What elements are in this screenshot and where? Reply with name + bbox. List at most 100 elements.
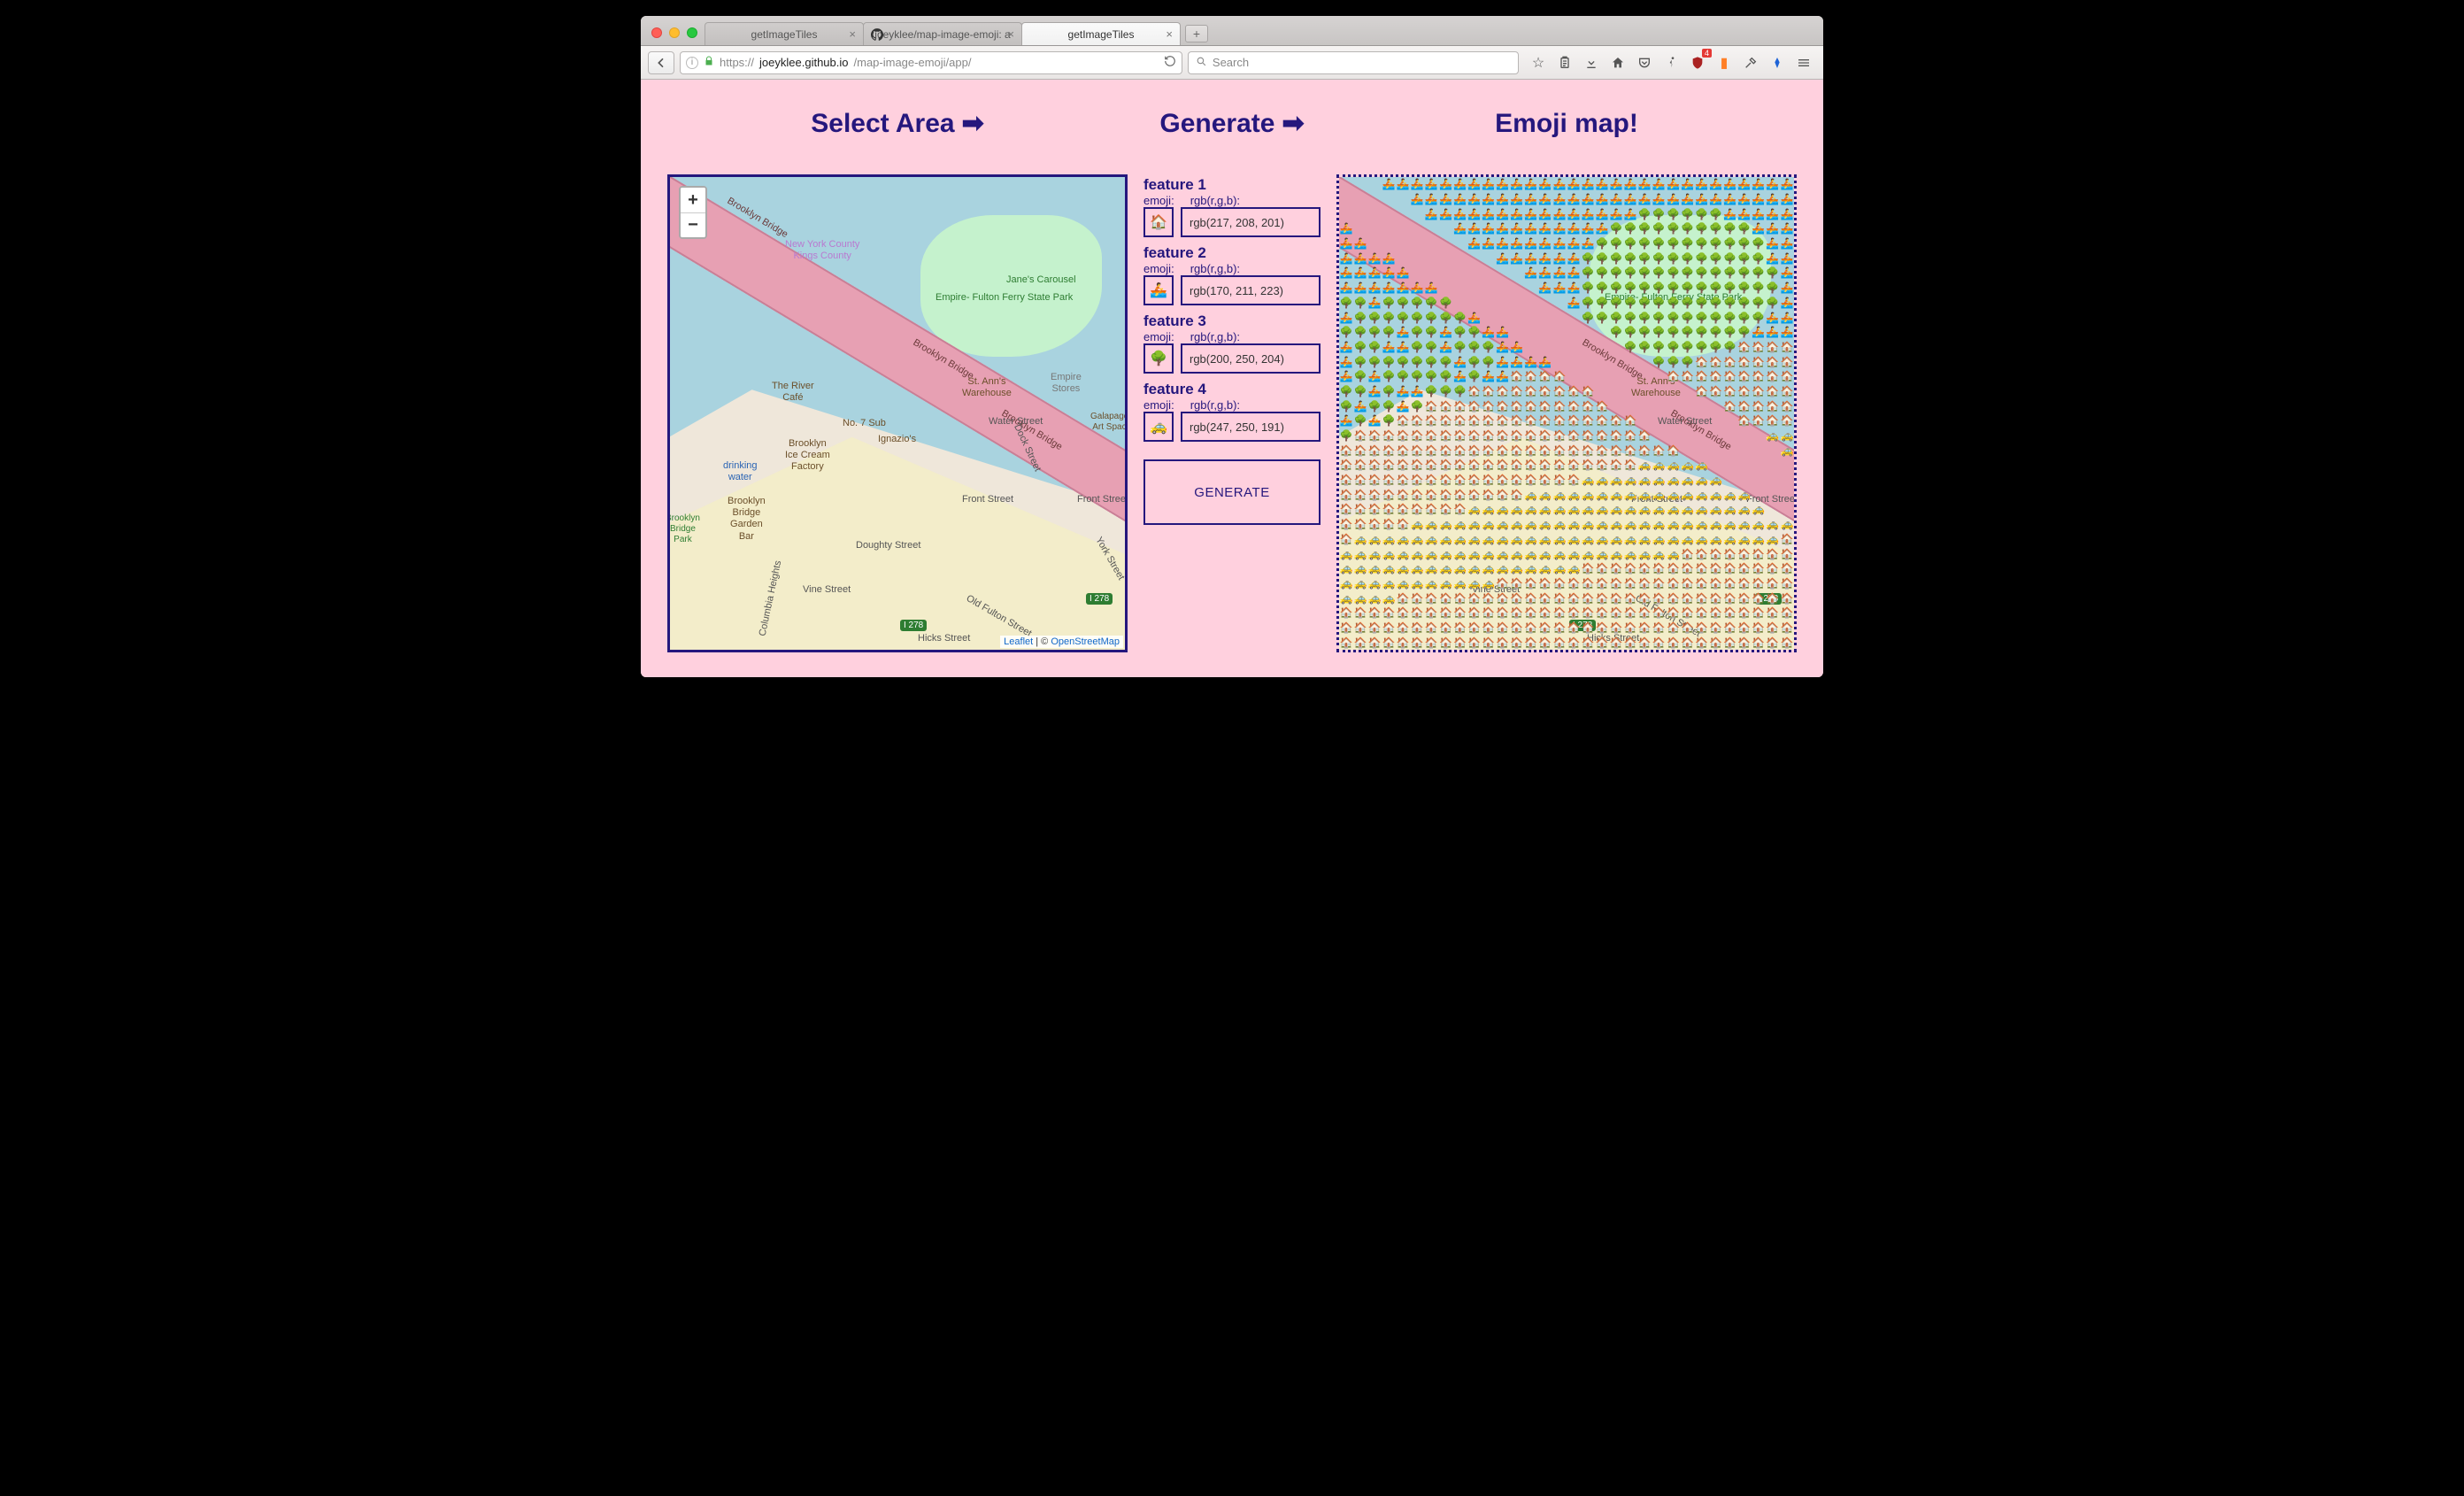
tab-title: getImageTiles (1068, 28, 1135, 41)
extension-orange-icon[interactable]: ▮ (1715, 54, 1733, 72)
clipboard-icon[interactable] (1556, 54, 1574, 72)
tab-github-repo[interactable]: joeyklee/map-image-emoji: a × (863, 22, 1022, 45)
tab-title: getImageTiles (751, 28, 818, 41)
feature-row: 🌳 rgb(200, 250, 204) (1143, 343, 1321, 374)
page-body: Select Area ➡ Generate ➡ Emoji map! (641, 80, 1823, 677)
download-icon[interactable] (1582, 54, 1600, 72)
arrow-right-icon: ➡ (962, 108, 984, 139)
close-window-button[interactable] (651, 27, 662, 38)
maximize-window-button[interactable] (687, 27, 697, 38)
ublock-icon[interactable] (1689, 54, 1706, 72)
toolbar: i https:// joeyklee.github.io/map-image-e… (641, 46, 1823, 80)
columns: Select Area ➡ Generate ➡ Emoji map! (650, 96, 1814, 652)
street-doughty: Doughty Street (856, 540, 920, 551)
window-controls (648, 27, 705, 45)
map-canvas[interactable]: Brooklyn Bridge Brooklyn Bridge Brooklyn… (670, 177, 1125, 650)
home-icon[interactable] (1609, 54, 1627, 72)
tab-close-icon[interactable]: × (1007, 27, 1014, 41)
poi-stann: St. Ann's Warehouse (962, 376, 1012, 399)
url-host: joeyklee.github.io (759, 56, 848, 69)
heading-text: Generate (1159, 109, 1274, 139)
poi-ice-cream: Brooklyn Ice Cream Factory (785, 438, 830, 474)
tab-close-icon[interactable]: × (1166, 27, 1173, 41)
poi-galapagos: Galapagos Art Space (1090, 412, 1128, 433)
search-bar[interactable]: Search (1188, 51, 1519, 74)
emoji-input[interactable]: 🚣 (1143, 275, 1174, 305)
feature-title: feature 4 (1143, 381, 1321, 398)
arrow-right-icon: ➡ (1282, 108, 1304, 139)
feature-row: 🚕 rgb(247, 250, 191) (1143, 412, 1321, 442)
park-label-empire: Empire- Fulton Ferry State Park (936, 292, 1073, 304)
runner-icon[interactable] (1662, 54, 1680, 72)
rgb-input[interactable]: rgb(200, 250, 204) (1181, 343, 1321, 374)
search-icon (1196, 56, 1207, 70)
county-border-label: New York County Kings County (785, 239, 859, 262)
reload-icon[interactable] (1164, 55, 1176, 70)
label-rgb: rgb(r,g,b): (1190, 194, 1240, 207)
attribution-sep: | © (1033, 636, 1051, 647)
tab-close-icon[interactable]: × (849, 27, 856, 41)
label-rgb: rgb(r,g,b): (1190, 398, 1240, 412)
tab-strip: getImageTiles × joeyklee/map-image-emoji… (641, 16, 1823, 46)
poi-empire-stores: Empire Stores (1051, 372, 1082, 395)
zoom-in-button[interactable]: + (681, 188, 705, 212)
feature-block-4: feature 4 emoji: rgb(r,g,b): 🚕 rgb(247, … (1143, 379, 1321, 442)
site-info-icon[interactable]: i (686, 57, 698, 69)
label-emoji: emoji: (1143, 330, 1174, 343)
poi-drinking-water: drinking water (723, 460, 758, 483)
menu-icon[interactable] (1795, 54, 1813, 72)
emoji-overlay: 🚣🚣🚣🚣🚣🚣🚣🚣🚣🚣🚣🚣🚣🚣🚣🚣🚣🚣🚣🚣🚣🚣🚣🚣🚣🚣🚣🚣🚣🚣🚣🚣🚣🚣🚣🚣🚣🚣🚣🚣… (1339, 177, 1794, 650)
poi-river-cafe: The River Café (772, 381, 814, 404)
url-scheme: https:// (720, 56, 754, 69)
heading-generate: Generate ➡ (1143, 96, 1321, 158)
star-icon[interactable]: ☆ (1529, 54, 1547, 72)
emoji-input[interactable]: 🏠 (1143, 207, 1174, 237)
feature-labels: emoji: rgb(r,g,b): (1143, 262, 1321, 275)
label-emoji: emoji: (1143, 398, 1174, 412)
heading-emoji-map: Emoji map! (1336, 96, 1797, 158)
route-shield-i278: I 278 (1086, 593, 1113, 605)
minimize-window-button[interactable] (669, 27, 680, 38)
heading-text: Select Area (811, 109, 954, 139)
rgb-input[interactable]: rgb(217, 208, 201) (1181, 207, 1321, 237)
label-emoji: emoji: (1143, 194, 1174, 207)
tab-favicon (1029, 28, 1042, 41)
leaflet-link[interactable]: Leaflet (1004, 636, 1033, 647)
tab-getimagetiles-1[interactable]: getImageTiles × (705, 22, 864, 45)
url-bar[interactable]: i https:// joeyklee.github.io/map-image-e… (680, 51, 1182, 74)
map-attribution: Leaflet | © OpenStreetMap (1000, 636, 1123, 648)
emoji-input[interactable]: 🚕 (1143, 412, 1174, 442)
label-rgb: rgb(r,g,b): (1190, 330, 1240, 343)
features-panel: feature 1 emoji: rgb(r,g,b): 🏠 rgb(217, … (1143, 174, 1321, 652)
heading-select-area: Select Area ➡ (667, 96, 1128, 158)
generate-button[interactable]: GENERATE (1143, 459, 1321, 525)
rgb-input[interactable]: rgb(247, 250, 191) (1181, 412, 1321, 442)
feature-row: 🚣 rgb(170, 211, 223) (1143, 275, 1321, 305)
label-rgb: rgb(r,g,b): (1190, 262, 1240, 275)
feature-block-2: feature 2 emoji: rgb(r,g,b): 🚣 rgb(170, … (1143, 243, 1321, 305)
github-icon (871, 28, 883, 41)
new-tab-button[interactable]: + (1185, 25, 1208, 42)
zoom-out-button[interactable]: − (681, 212, 705, 237)
feature-title: feature 2 (1143, 244, 1321, 262)
eyedropper-icon[interactable] (1742, 54, 1759, 72)
tab-getimagetiles-2[interactable]: getImageTiles × (1021, 22, 1181, 45)
feature-labels: emoji: rgb(r,g,b): (1143, 398, 1321, 412)
search-placeholder: Search (1213, 56, 1249, 69)
feature-row: 🏠 rgb(217, 208, 201) (1143, 207, 1321, 237)
map-select-area[interactable]: Brooklyn Bridge Brooklyn Bridge Brooklyn… (667, 174, 1128, 652)
pocket-icon[interactable] (1636, 54, 1653, 72)
osm-link[interactable]: OpenStreetMap (1051, 636, 1120, 647)
back-button[interactable] (648, 51, 674, 74)
street-front: Front Street (962, 494, 1013, 505)
label-emoji: emoji: (1143, 262, 1174, 275)
url-path: /map-image-emoji/app/ (854, 56, 972, 69)
poi-bklyn-park: Brooklyn Bridge Park (667, 513, 700, 545)
extension-blue-icon[interactable] (1768, 54, 1786, 72)
emoji-input[interactable]: 🌳 (1143, 343, 1174, 374)
route-shield-i278: I 278 (900, 620, 927, 631)
heading-text: Emoji map! (1495, 109, 1638, 139)
tab-favicon (712, 28, 725, 41)
map-emoji-output: Brooklyn Bridge Brooklyn Bridge Empire- … (1336, 174, 1797, 652)
rgb-input[interactable]: rgb(170, 211, 223) (1181, 275, 1321, 305)
